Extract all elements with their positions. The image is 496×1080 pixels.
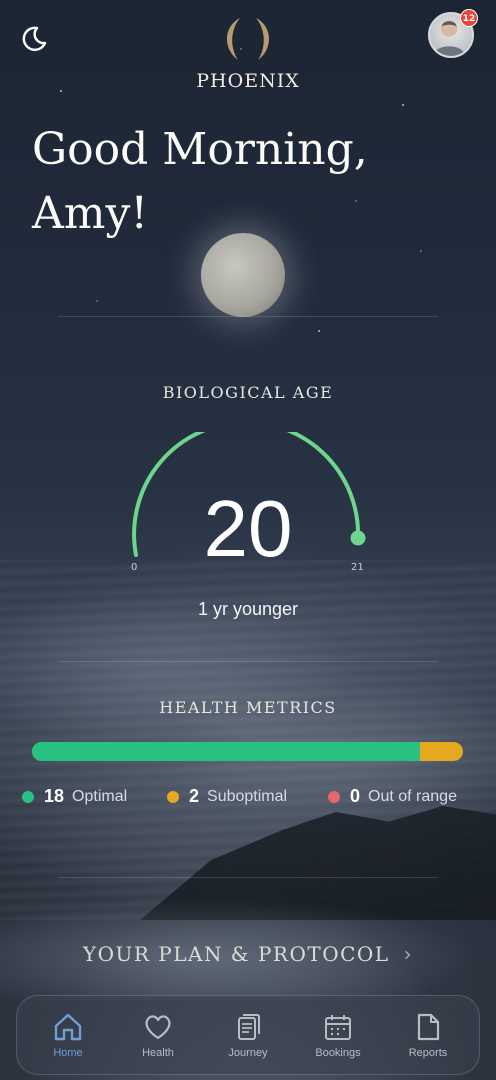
greeting-line-1: Good Morning, (32, 124, 368, 175)
home-icon (54, 1013, 82, 1041)
brand-logo: PHOENIX (0, 14, 496, 92)
tab-label: Bookings (315, 1047, 361, 1059)
suboptimal-label: Suboptimal (207, 787, 288, 805)
divider (58, 877, 438, 878)
health-metrics-bar[interactable] (32, 742, 463, 761)
suboptimal-dot (167, 790, 179, 803)
fog (0, 860, 496, 1000)
out-of-range-label: Out of range (368, 787, 457, 805)
tab-label: Reports (408, 1047, 448, 1059)
brand-name: PHOENIX (196, 70, 300, 92)
tab-home[interactable]: Home (28, 1011, 108, 1059)
health-metrics-title: HEALTH METRICS (159, 698, 337, 717)
tab-label: Journey (228, 1047, 268, 1059)
moon-image (201, 233, 285, 317)
age-difference: 1 yr younger (197, 599, 299, 619)
optimal-count: 18 (44, 786, 65, 806)
legend-out-of-range[interactable]: 0 Out of range (328, 786, 457, 807)
tab-reports[interactable]: Reports (388, 1011, 468, 1059)
document-icon (417, 1013, 440, 1041)
tab-journey[interactable]: Journey (208, 1011, 288, 1059)
biological-age-value: 20 (203, 484, 293, 573)
heart-icon (145, 1015, 171, 1040)
journey-icon (238, 1014, 260, 1040)
metrics-optimal-fill (32, 742, 420, 761)
notification-badge[interactable]: 12 (460, 9, 478, 27)
tab-label: Home (53, 1047, 83, 1059)
divider (58, 316, 438, 317)
plan-protocol-label: YOUR PLAN & PROTOCOL (82, 942, 390, 966)
out-of-range-count: 0 (350, 786, 361, 806)
out-of-range-dot (328, 790, 340, 803)
optimal-label: Optimal (72, 787, 128, 805)
optimal-dot (22, 790, 34, 803)
bottom-tab-bar: Home Health Journey Bookings Reports (16, 995, 480, 1075)
tab-label: Health (142, 1047, 174, 1059)
greeting: Good Morning, Amy! (32, 118, 452, 246)
legend-suboptimal[interactable]: 2 Suboptimal (167, 786, 287, 807)
calendar-icon (325, 1015, 351, 1040)
biological-age-title: BIOLOGICAL AGE (162, 383, 334, 402)
tab-health[interactable]: Health (118, 1011, 198, 1059)
legend-optimal[interactable]: 18 Optimal (22, 786, 127, 807)
gauge-min-label: 0 (131, 562, 138, 573)
tab-bookings[interactable]: Bookings (298, 1011, 378, 1059)
gauge-max-label: 21 (351, 562, 364, 573)
divider (58, 661, 438, 662)
chevron-right-icon: › (403, 942, 414, 966)
phoenix-logo-icon (226, 18, 270, 60)
suboptimal-count: 2 (189, 786, 200, 806)
plan-protocol-link[interactable]: YOUR PLAN & PROTOCOL › (0, 942, 496, 966)
gauge-marker (350, 530, 366, 546)
